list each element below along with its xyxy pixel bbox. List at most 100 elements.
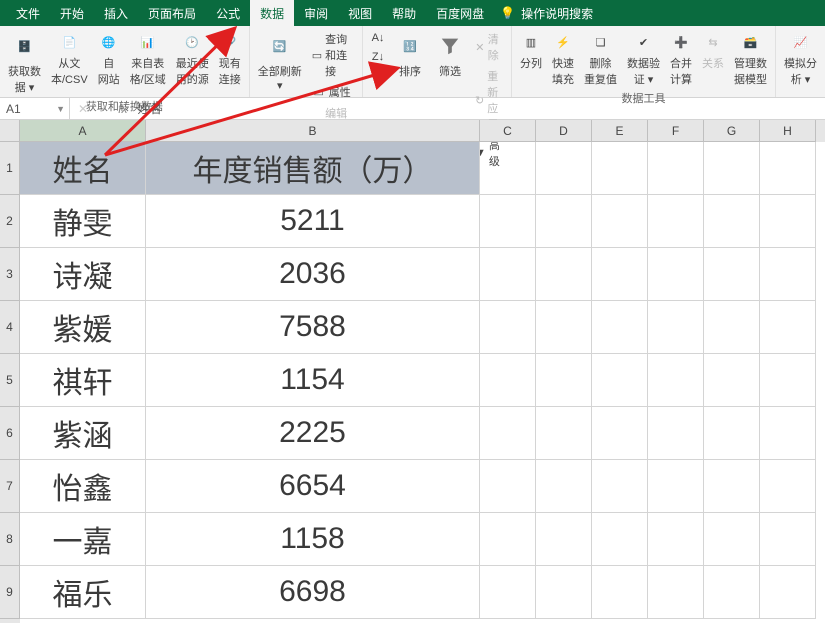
cell[interactable]: [592, 566, 648, 619]
cell[interactable]: [536, 566, 592, 619]
cell[interactable]: [480, 460, 536, 513]
cell-name[interactable]: 静雯: [20, 195, 146, 248]
cell[interactable]: [480, 248, 536, 301]
row-header[interactable]: 9: [0, 566, 20, 619]
cell[interactable]: [648, 460, 704, 513]
menu-home[interactable]: 开始: [50, 0, 94, 26]
cell-b1[interactable]: 年度销售额（万）: [146, 142, 480, 195]
cell[interactable]: [592, 248, 648, 301]
col-header-g[interactable]: G: [704, 120, 760, 142]
recent-sources-button[interactable]: 🕑最近使 用的源: [174, 29, 211, 89]
refresh-all-button[interactable]: 🔄全部刷新 ▾: [256, 29, 304, 94]
cell[interactable]: [536, 354, 592, 407]
cell[interactable]: [480, 354, 536, 407]
cell-value[interactable]: 1158: [146, 513, 480, 566]
cell-name[interactable]: 紫涵: [20, 407, 146, 460]
cell[interactable]: [760, 301, 816, 354]
from-text-csv-button[interactable]: 📄从文 本/CSV: [49, 29, 90, 89]
col-header-c[interactable]: C: [480, 120, 536, 142]
existing-connections-button[interactable]: 🔗现有 连接: [217, 29, 243, 89]
cell[interactable]: [536, 195, 592, 248]
col-header-b[interactable]: B: [146, 120, 480, 142]
cell-value[interactable]: 6654: [146, 460, 480, 513]
row-header[interactable]: 6: [0, 407, 20, 460]
col-header-f[interactable]: F: [648, 120, 704, 142]
cell-value[interactable]: 2225: [146, 407, 480, 460]
manage-data-model-button[interactable]: 🗃️管理数 据模型: [732, 29, 769, 89]
formula-bar[interactable]: 姓名: [137, 100, 161, 117]
sort-desc-button[interactable]: Z↓: [369, 48, 387, 66]
select-all-corner[interactable]: [0, 120, 20, 142]
cell[interactable]: [536, 248, 592, 301]
what-if-button[interactable]: 📈模拟分 析 ▾: [782, 29, 819, 89]
cell[interactable]: [536, 407, 592, 460]
row-header[interactable]: 7: [0, 460, 20, 513]
from-table-button[interactable]: 📊来自表 格/区域: [128, 29, 168, 89]
cell-a1[interactable]: 姓名: [20, 142, 146, 195]
relationships-button[interactable]: ⇆关系: [700, 29, 726, 73]
cell-name[interactable]: 福乐: [20, 566, 146, 619]
cell[interactable]: [648, 142, 704, 195]
menu-baidu[interactable]: 百度网盘: [426, 0, 494, 26]
cell[interactable]: [760, 460, 816, 513]
menu-data[interactable]: 数据: [250, 0, 294, 26]
row-header[interactable]: 5: [0, 354, 20, 407]
row-header[interactable]: 2: [0, 195, 20, 248]
cell[interactable]: [480, 142, 536, 195]
cell[interactable]: [648, 248, 704, 301]
cell[interactable]: [536, 301, 592, 354]
cell[interactable]: [592, 195, 648, 248]
cell[interactable]: [704, 566, 760, 619]
col-header-a[interactable]: A: [20, 120, 146, 142]
cell[interactable]: [704, 354, 760, 407]
cell[interactable]: [480, 301, 536, 354]
tell-me-search[interactable]: 操作说明搜索: [519, 0, 603, 26]
filter-button[interactable]: 筛选: [433, 29, 467, 81]
row-header[interactable]: 4: [0, 301, 20, 354]
cell[interactable]: [648, 195, 704, 248]
cell[interactable]: [760, 513, 816, 566]
cell[interactable]: [536, 460, 592, 513]
cell[interactable]: [536, 142, 592, 195]
cell[interactable]: [704, 301, 760, 354]
row-header[interactable]: 8: [0, 513, 20, 566]
cell-name[interactable]: 一嘉: [20, 513, 146, 566]
cell[interactable]: [536, 513, 592, 566]
cell-name[interactable]: 怡鑫: [20, 460, 146, 513]
clear-filter-button[interactable]: ✕清除: [473, 29, 505, 65]
cell[interactable]: [648, 354, 704, 407]
cell[interactable]: [648, 513, 704, 566]
cell-value[interactable]: 7588: [146, 301, 480, 354]
cell[interactable]: [704, 142, 760, 195]
cell-value[interactable]: 1154: [146, 354, 480, 407]
text-to-columns-button[interactable]: ▥分列: [518, 29, 544, 73]
properties-button[interactable]: ▭属性: [310, 82, 356, 102]
cancel-icon[interactable]: ✕: [78, 102, 88, 116]
cell[interactable]: [480, 407, 536, 460]
cell-name[interactable]: 祺轩: [20, 354, 146, 407]
from-web-button[interactable]: 🌐自 网站: [96, 29, 122, 89]
flash-fill-button[interactable]: ⚡快速填充: [550, 29, 576, 89]
menu-help[interactable]: 帮助: [382, 0, 426, 26]
cell[interactable]: [648, 566, 704, 619]
sort-button[interactable]: 🔢排序: [393, 29, 427, 81]
row-header[interactable]: 3: [0, 248, 20, 301]
menu-layout[interactable]: 页面布局: [138, 0, 206, 26]
row-header[interactable]: 1: [0, 142, 20, 195]
cell[interactable]: [760, 195, 816, 248]
cell[interactable]: [760, 142, 816, 195]
cell-name[interactable]: 紫媛: [20, 301, 146, 354]
cell[interactable]: [648, 301, 704, 354]
enter-icon[interactable]: ✓: [98, 102, 108, 116]
queries-connections-button[interactable]: ▭查询和连接: [310, 29, 356, 81]
cell[interactable]: [648, 407, 704, 460]
cell[interactable]: [704, 195, 760, 248]
menu-view[interactable]: 视图: [338, 0, 382, 26]
cell[interactable]: [704, 460, 760, 513]
remove-duplicates-button[interactable]: ❏删除 重复值: [582, 29, 619, 89]
cell[interactable]: [704, 248, 760, 301]
cell[interactable]: [480, 195, 536, 248]
cell[interactable]: [760, 407, 816, 460]
get-data-button[interactable]: 🗄️获取数 据 ▾: [6, 29, 43, 97]
cell[interactable]: [704, 407, 760, 460]
